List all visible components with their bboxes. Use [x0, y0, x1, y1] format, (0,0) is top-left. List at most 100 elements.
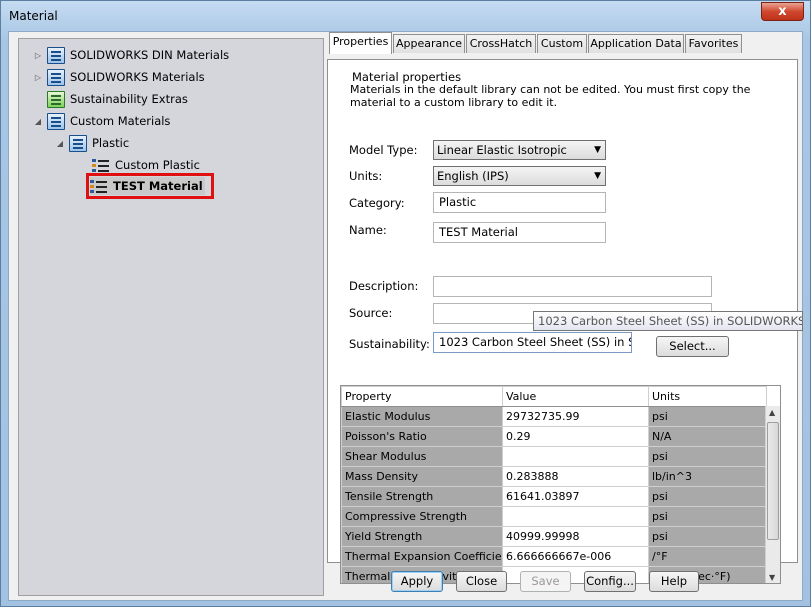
property-grid[interactable]: Property Value Units Elastic Modulus 297…: [340, 385, 781, 584]
category-icon: [69, 134, 87, 152]
close-window-button[interactable]: x: [761, 2, 804, 21]
window-title: Material: [9, 9, 58, 23]
description-label: Description:: [349, 279, 419, 293]
dropdown-arrow-icon: ▼: [594, 171, 601, 181]
select-sustainability-button[interactable]: Select...: [656, 336, 729, 357]
column-header-units: Units: [648, 386, 767, 407]
table-row[interactable]: Elastic Modulus 29732735.99 psi: [341, 406, 767, 427]
tree-item-custom-materials[interactable]: ◢ Custom Materials: [33, 111, 170, 131]
tree-item-label: SOLIDWORKS Materials: [70, 70, 205, 84]
tree-item-label: Plastic: [92, 136, 130, 150]
tree-item-solidworks-din[interactable]: ▷ SOLIDWORKS DIN Materials: [33, 45, 229, 65]
property-units: psi: [648, 406, 767, 427]
tree-item-plastic[interactable]: ◢ Plastic: [55, 133, 129, 153]
property-units: /°F: [648, 546, 767, 567]
table-row[interactable]: Yield Strength 40999.99998 psi: [341, 526, 767, 547]
column-header-property: Property: [341, 386, 503, 407]
name-label: Name:: [349, 223, 387, 237]
property-units: psi: [648, 446, 767, 467]
config-button[interactable]: Config...: [584, 571, 636, 592]
units-value: English (IPS): [437, 169, 509, 183]
table-row[interactable]: Tensile Strength 61641.03897 psi: [341, 486, 767, 507]
help-button[interactable]: Help: [649, 571, 699, 592]
expand-arrow-icon[interactable]: ▷: [33, 51, 43, 60]
title-bar[interactable]: Material x: [1, 1, 810, 31]
description-field[interactable]: [433, 276, 712, 297]
material-icon: [92, 157, 110, 173]
units-select[interactable]: English (IPS) ▼: [433, 166, 606, 186]
model-type-value: Linear Elastic Isotropic: [437, 143, 567, 157]
apply-button[interactable]: Apply: [391, 571, 443, 592]
scroll-down-icon[interactable]: ▼: [769, 573, 775, 582]
tab-favorites[interactable]: Favorites: [685, 34, 742, 53]
property-name: Mass Density: [341, 466, 503, 487]
tree-item-solidworks-materials[interactable]: ▷ SOLIDWORKS Materials: [33, 67, 205, 87]
tree-item-label: Sustainability Extras: [70, 92, 188, 106]
close-button[interactable]: Close: [456, 571, 507, 592]
property-units: psi: [648, 506, 767, 527]
tree-item-label: Custom Plastic: [115, 158, 200, 172]
table-row[interactable]: Compressive Strength psi: [341, 506, 767, 527]
property-units: psi: [648, 486, 767, 507]
tree-item-custom-plastic[interactable]: Custom Plastic: [92, 155, 200, 175]
material-tree[interactable]: ▷ SOLIDWORKS DIN Materials ▷ SOLIDWORKS …: [18, 38, 324, 596]
source-label: Source:: [349, 306, 393, 320]
tree-item-test-material[interactable]: TEST Material: [86, 173, 214, 199]
library-icon: [47, 68, 65, 86]
library-note: Materials in the default library can not…: [350, 83, 751, 109]
tab-custom[interactable]: Custom: [537, 34, 587, 53]
save-button[interactable]: Save: [520, 571, 571, 592]
name-field[interactable]: TEST Material: [433, 222, 606, 243]
property-name: Poisson's Ratio: [341, 426, 503, 447]
property-value[interactable]: 61641.03897: [502, 486, 649, 507]
material-icon: [90, 178, 108, 194]
sustainability-field[interactable]: 1023 Carbon Steel Sheet (SS) in SOLIDWOR…: [433, 332, 632, 353]
property-name: Shear Modulus: [341, 446, 503, 467]
tab-appearance[interactable]: Appearance: [393, 34, 465, 53]
property-value[interactable]: 29732735.99: [502, 406, 649, 427]
property-value[interactable]: [502, 446, 649, 467]
property-value[interactable]: 40999.99998: [502, 526, 649, 547]
table-row[interactable]: Thermal Expansion Coefficient 6.66666666…: [341, 546, 767, 567]
grid-scrollbar[interactable]: ▲ ▼: [765, 406, 780, 583]
tree-item-sustainability-extras[interactable]: Sustainability Extras: [47, 89, 188, 109]
expand-arrow-icon[interactable]: ▷: [33, 73, 43, 82]
property-units: psi: [648, 526, 767, 547]
tree-item-label: TEST Material: [113, 179, 203, 193]
property-name: Yield Strength: [341, 526, 503, 547]
model-type-select[interactable]: Linear Elastic Isotropic ▼: [433, 140, 606, 160]
group-title: Material properties: [350, 70, 464, 84]
collapse-arrow-icon[interactable]: ◢: [33, 117, 43, 126]
tree-item-label: SOLIDWORKS DIN Materials: [70, 48, 230, 62]
collapse-arrow-icon[interactable]: ◢: [55, 139, 65, 148]
table-row[interactable]: Poisson's Ratio 0.29 N/A: [341, 426, 767, 447]
tab-application-data[interactable]: Application Data: [588, 34, 684, 53]
tree-item-label: Custom Materials: [70, 114, 171, 128]
scroll-thumb[interactable]: [767, 422, 779, 540]
units-label: Units:: [349, 169, 383, 183]
table-row[interactable]: Shear Modulus psi: [341, 446, 767, 467]
property-name: Thermal Expansion Coefficient: [341, 546, 503, 567]
property-name: Tensile Strength: [341, 486, 503, 507]
property-units: lb/in^3: [648, 466, 767, 487]
property-name: Elastic Modulus: [341, 406, 503, 427]
table-row[interactable]: Mass Density 0.283888 lb/in^3: [341, 466, 767, 487]
library-icon: [47, 112, 65, 130]
property-value[interactable]: 0.283888: [502, 466, 649, 487]
property-value[interactable]: [502, 506, 649, 527]
library-icon: [47, 46, 65, 64]
dropdown-arrow-icon: ▼: [594, 145, 601, 155]
model-type-label: Model Type:: [349, 143, 418, 157]
grid-header-row: Property Value Units: [341, 386, 767, 407]
tab-properties[interactable]: Properties: [329, 32, 392, 54]
property-value[interactable]: 6.666666667e-006: [502, 546, 649, 567]
material-dialog: Material x ▷ SOLIDWORKS DIN Materials ▷ …: [0, 0, 811, 607]
library-icon: [47, 90, 65, 108]
property-value[interactable]: 0.29: [502, 426, 649, 447]
tab-crosshatch[interactable]: CrossHatch: [466, 34, 536, 53]
property-units: N/A: [648, 426, 767, 447]
scroll-up-icon[interactable]: ▲: [769, 408, 775, 417]
category-field[interactable]: Plastic: [433, 192, 606, 213]
category-label: Category:: [349, 196, 405, 210]
sustainability-tooltip: 1023 Carbon Steel Sheet (SS) in SOLIDWOR…: [533, 311, 803, 331]
